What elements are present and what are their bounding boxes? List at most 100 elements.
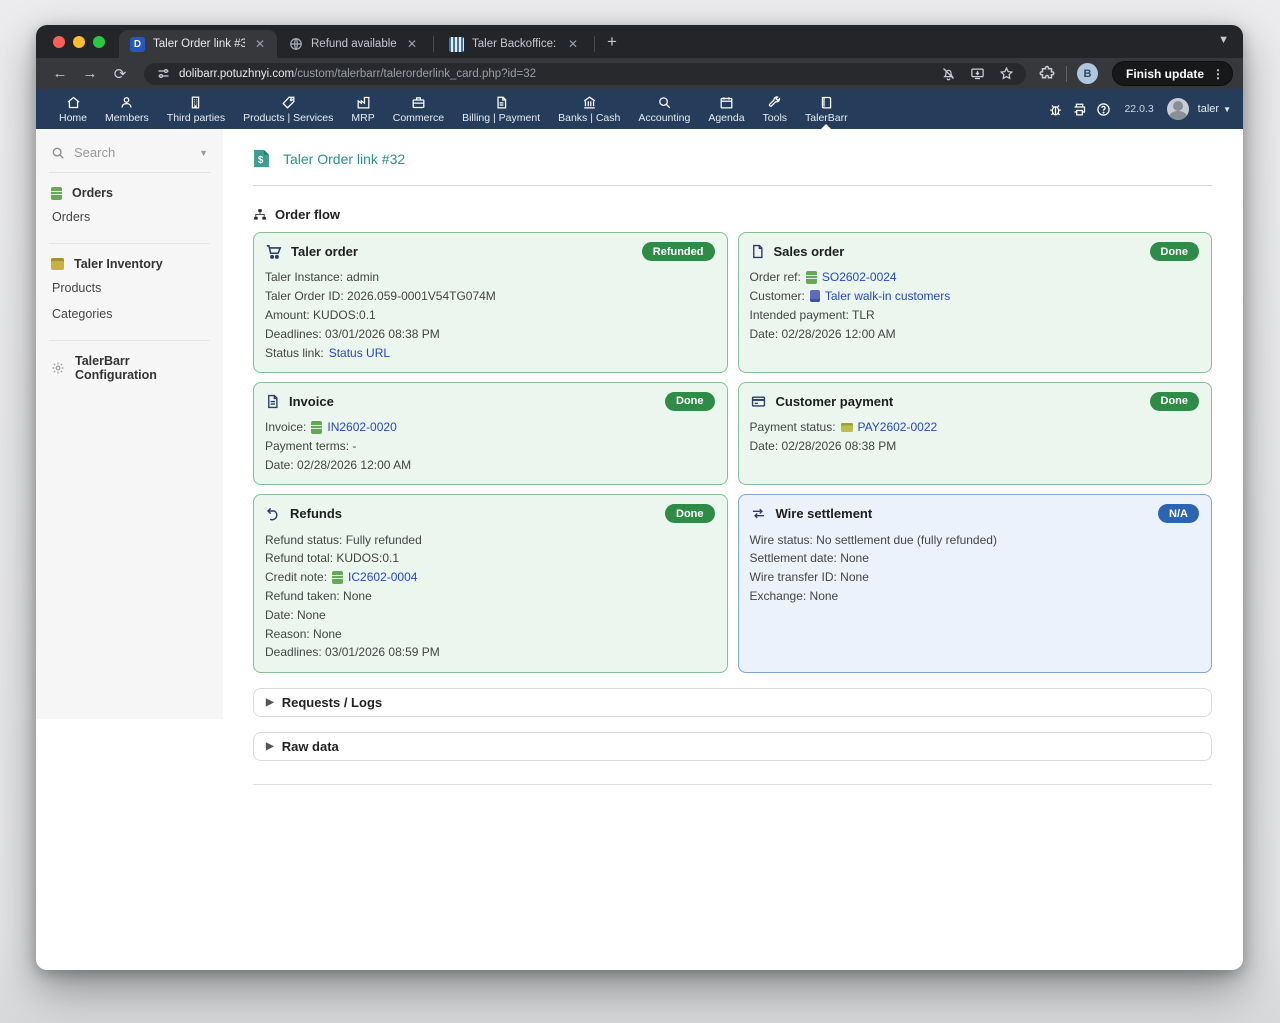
site-info-icon[interactable]	[156, 66, 171, 81]
close-window-button[interactable]	[53, 36, 65, 48]
sidebar-section-talerbarr-configuration: TalerBarr Configuration	[49, 340, 210, 390]
panel-title: Raw data	[282, 739, 339, 754]
new-tab-button[interactable]: +	[599, 32, 629, 58]
section-title[interactable]: TalerBarr Configuration	[75, 354, 208, 382]
zoom-window-button[interactable]	[93, 36, 105, 48]
tab-separator	[433, 36, 434, 52]
window-controls	[36, 25, 119, 58]
user-avatar[interactable]	[1167, 98, 1189, 120]
nav-accounting[interactable]: Accounting	[629, 89, 699, 129]
nav-products-services[interactable]: Products | Services	[234, 89, 342, 129]
notifications-blocked-icon[interactable]	[941, 66, 956, 81]
page-title: $ Taler Order link #32	[253, 149, 1212, 168]
card-title: Wire settlement	[776, 506, 1150, 521]
nav-mrp[interactable]: MRP	[342, 89, 383, 129]
card-line: Date: None	[265, 605, 715, 624]
card-line: Deadlines: 03/01/2026 08:59 PM	[265, 643, 715, 662]
nav-label: Billing | Payment	[462, 112, 540, 124]
payment-icon	[841, 423, 853, 432]
close-tab-icon[interactable]: ✕	[405, 36, 419, 52]
browser-toolbar: ← → ⟳ dolibarr.potuzhnyi.com/custom/tale…	[36, 58, 1243, 89]
invoice-icon	[265, 393, 280, 410]
invoice-link[interactable]: IN2602-0020	[327, 420, 396, 434]
card-line: Exchange: None	[750, 587, 1200, 606]
nav-tools[interactable]: Tools	[754, 89, 797, 129]
credit-note-link[interactable]: IC2602-0004	[348, 570, 417, 584]
extensions-puzzle-icon[interactable]	[1038, 65, 1056, 83]
card-line: Taler Instance: admin	[265, 268, 715, 287]
close-tab-icon[interactable]: ✕	[566, 36, 580, 52]
nav-home[interactable]: Home	[50, 89, 96, 129]
status-badge: Done	[1150, 392, 1200, 411]
nav-banks-cash[interactable]: Banks | Cash	[549, 89, 629, 129]
status-url-link[interactable]: Status URL	[329, 346, 390, 360]
status-badge: Done	[1150, 242, 1200, 261]
globe-favicon	[288, 37, 303, 52]
nav-label: Products | Services	[243, 112, 333, 124]
invoice-document-icon	[311, 421, 322, 434]
install-app-icon[interactable]	[970, 66, 985, 81]
sidebar-item-products[interactable]: Products	[51, 275, 208, 301]
nav-third-parties[interactable]: Third parties	[158, 89, 234, 129]
nav-label: Home	[59, 112, 87, 124]
customer-link[interactable]: Taler walk-in customers	[825, 289, 950, 303]
browser-menu-kebab-icon[interactable]: ⋮	[1212, 67, 1224, 81]
gear-icon	[51, 361, 65, 375]
status-badge: N/A	[1158, 504, 1199, 523]
panel-raw-data[interactable]: ▶ Raw data	[253, 732, 1212, 761]
chevron-down-icon[interactable]: ▼	[1218, 34, 1229, 46]
cart-icon	[265, 243, 282, 260]
reload-button[interactable]: ⟳	[108, 65, 132, 83]
card-title: Customer payment	[776, 394, 1141, 409]
card-wire-settlement: Wire settlement N/A Wire status: No sett…	[738, 494, 1213, 672]
sidebar-item-categories[interactable]: Categories	[51, 301, 208, 327]
nav-label: Banks | Cash	[558, 112, 620, 124]
panel-requests-logs[interactable]: ▶ Requests / Logs	[253, 688, 1212, 717]
print-icon[interactable]	[1072, 102, 1087, 117]
undo-refund-icon	[265, 506, 281, 522]
customer-building-icon	[810, 290, 820, 302]
card-taler-order: Taler order Refunded Taler Instance: adm…	[253, 232, 728, 373]
profile-avatar[interactable]: B	[1077, 63, 1098, 84]
card-title: Sales order	[774, 244, 1141, 259]
back-button[interactable]: ←	[48, 65, 72, 82]
search-dropdown-caret-icon[interactable]: ▼	[199, 148, 208, 158]
nav-members[interactable]: Members	[96, 89, 158, 129]
tab-refund-available[interactable]: Refund available for Order fro ✕	[277, 30, 429, 58]
help-icon[interactable]	[1096, 102, 1111, 117]
nav-label: Third parties	[167, 112, 225, 124]
bottom-divider	[253, 784, 1212, 785]
tab-taler-backoffice[interactable]: Taler Backoffice: ✕	[438, 30, 590, 58]
minimize-window-button[interactable]	[73, 36, 85, 48]
user-menu[interactable]: taler▼	[1198, 103, 1231, 115]
card-invoice: Invoice Done Invoice:IN2602-0020 Payment…	[253, 382, 728, 485]
card-line: Refund taken: None	[265, 587, 715, 606]
bookmark-star-icon[interactable]	[999, 66, 1014, 81]
finish-update-button[interactable]: Finish update ⋮	[1112, 61, 1233, 86]
card-line: Date: 02/28/2026 12:00 AM	[750, 324, 1200, 343]
nav-commerce[interactable]: Commerce	[384, 89, 453, 129]
nav-label: Accounting	[638, 112, 690, 124]
address-bar[interactable]: dolibarr.potuzhnyi.com/custom/talerbarr/…	[144, 63, 1026, 85]
card-line: Credit note:IC2602-0004	[265, 568, 715, 587]
tab-title: Taler Backoffice:	[472, 38, 558, 50]
forward-button[interactable]: →	[78, 65, 102, 82]
nav-agenda[interactable]: Agenda	[699, 89, 753, 129]
nav-label: Tools	[763, 112, 788, 124]
sidebar-search[interactable]: ▼	[49, 143, 210, 173]
sales-order-link[interactable]: SO2602-0024	[822, 270, 897, 284]
payment-link[interactable]: PAY2602-0022	[858, 420, 938, 434]
card-line: Intended payment: TLR	[750, 306, 1200, 325]
card-line: Invoice:IN2602-0020	[265, 418, 715, 437]
debug-bug-icon[interactable]	[1048, 102, 1063, 117]
tab-taler-order-link[interactable]: D Taler Order link #32 ✕	[119, 30, 277, 58]
card-line: Wire transfer ID: None	[750, 568, 1200, 587]
sidebar-item-orders[interactable]: Orders	[51, 204, 208, 230]
app-navbar: Home Members Third parties Products | Se…	[36, 89, 1243, 129]
tab-strip: D Taler Order link #32 ✕ Refund availabl…	[36, 25, 1243, 58]
nav-talerbarr[interactable]: TalerBarr	[796, 89, 857, 129]
card-line: Date: 02/28/2026 12:00 AM	[265, 455, 715, 474]
nav-billing-payment[interactable]: Billing | Payment	[453, 89, 549, 129]
close-tab-icon[interactable]: ✕	[253, 36, 267, 52]
search-input[interactable]	[74, 145, 190, 160]
